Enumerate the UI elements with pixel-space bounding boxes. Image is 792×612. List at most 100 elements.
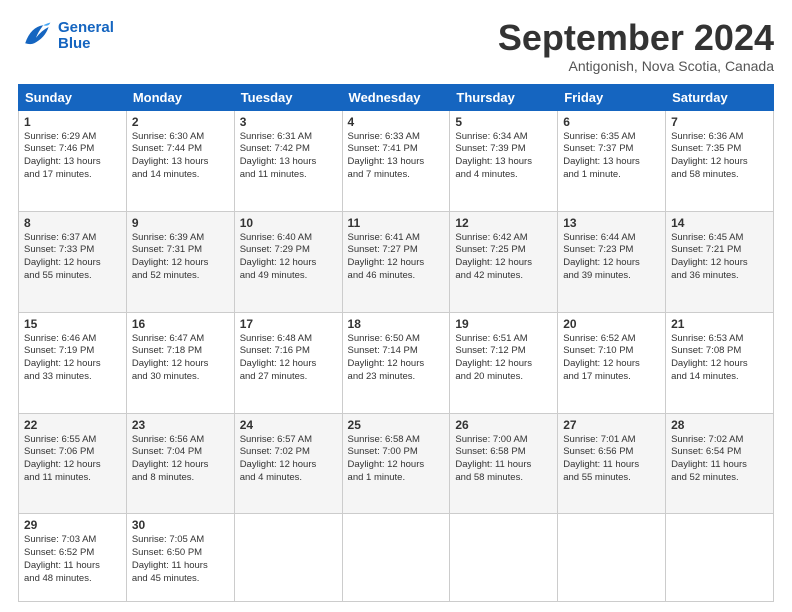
day-number: 12	[455, 216, 552, 230]
sunset-text: Sunset: 7:16 PM	[240, 345, 337, 358]
table-row: 7Sunrise: 6:36 AMSunset: 7:35 PMDaylight…	[666, 110, 774, 211]
sunrise-text: Sunrise: 6:41 AM	[348, 232, 445, 245]
logo-line2: Blue	[58, 35, 91, 52]
table-row: 20Sunrise: 6:52 AMSunset: 7:10 PMDayligh…	[558, 312, 666, 413]
table-row: 4Sunrise: 6:33 AMSunset: 7:41 PMDaylight…	[342, 110, 450, 211]
daylight-text: and 42 minutes.	[455, 270, 552, 283]
sunrise-text: Sunrise: 7:02 AM	[671, 434, 768, 447]
sunset-text: Sunset: 7:18 PM	[132, 345, 229, 358]
day-number: 5	[455, 115, 552, 129]
day-number: 13	[563, 216, 660, 230]
sunset-text: Sunset: 7:04 PM	[132, 446, 229, 459]
daylight-text: Daylight: 13 hours	[455, 156, 552, 169]
daylight-text: and 58 minutes.	[671, 169, 768, 182]
table-row: 1Sunrise: 6:29 AMSunset: 7:46 PMDaylight…	[19, 110, 127, 211]
table-row: 29Sunrise: 7:03 AMSunset: 6:52 PMDayligh…	[19, 514, 127, 602]
daylight-text: and 52 minutes.	[132, 270, 229, 283]
daylight-text: and 55 minutes.	[563, 472, 660, 485]
day-number: 14	[671, 216, 768, 230]
sunrise-text: Sunrise: 6:56 AM	[132, 434, 229, 447]
day-number: 17	[240, 317, 337, 331]
sunset-text: Sunset: 7:12 PM	[455, 345, 552, 358]
sunrise-text: Sunrise: 6:53 AM	[671, 333, 768, 346]
table-row: 8Sunrise: 6:37 AMSunset: 7:33 PMDaylight…	[19, 211, 127, 312]
sunrise-text: Sunrise: 6:52 AM	[563, 333, 660, 346]
daylight-text: and 46 minutes.	[348, 270, 445, 283]
daylight-text: Daylight: 12 hours	[455, 257, 552, 270]
sunrise-text: Sunrise: 6:50 AM	[348, 333, 445, 346]
table-row: 18Sunrise: 6:50 AMSunset: 7:14 PMDayligh…	[342, 312, 450, 413]
sunrise-text: Sunrise: 6:36 AM	[671, 131, 768, 144]
col-tuesday: Tuesday	[234, 84, 342, 110]
col-monday: Monday	[126, 84, 234, 110]
daylight-text: Daylight: 12 hours	[671, 358, 768, 371]
sunset-text: Sunset: 7:02 PM	[240, 446, 337, 459]
table-row: 25Sunrise: 6:58 AMSunset: 7:00 PMDayligh…	[342, 413, 450, 514]
daylight-text: Daylight: 13 hours	[348, 156, 445, 169]
sunrise-text: Sunrise: 6:34 AM	[455, 131, 552, 144]
col-thursday: Thursday	[450, 84, 558, 110]
table-row: 13Sunrise: 6:44 AMSunset: 7:23 PMDayligh…	[558, 211, 666, 312]
day-number: 25	[348, 418, 445, 432]
table-row: 30Sunrise: 7:05 AMSunset: 6:50 PMDayligh…	[126, 514, 234, 602]
sunset-text: Sunset: 7:00 PM	[348, 446, 445, 459]
sunset-text: Sunset: 7:10 PM	[563, 345, 660, 358]
table-row: 9Sunrise: 6:39 AMSunset: 7:31 PMDaylight…	[126, 211, 234, 312]
sunrise-text: Sunrise: 6:40 AM	[240, 232, 337, 245]
sunrise-text: Sunrise: 6:42 AM	[455, 232, 552, 245]
daylight-text: and 7 minutes.	[348, 169, 445, 182]
table-row: 21Sunrise: 6:53 AMSunset: 7:08 PMDayligh…	[666, 312, 774, 413]
day-number: 19	[455, 317, 552, 331]
daylight-text: Daylight: 13 hours	[563, 156, 660, 169]
day-number: 16	[132, 317, 229, 331]
sunrise-text: Sunrise: 6:48 AM	[240, 333, 337, 346]
sunrise-text: Sunrise: 6:37 AM	[24, 232, 121, 245]
sunrise-text: Sunrise: 6:31 AM	[240, 131, 337, 144]
sunset-text: Sunset: 7:23 PM	[563, 244, 660, 257]
daylight-text: Daylight: 12 hours	[671, 156, 768, 169]
day-number: 6	[563, 115, 660, 129]
sunset-text: Sunset: 7:42 PM	[240, 143, 337, 156]
sunrise-text: Sunrise: 6:44 AM	[563, 232, 660, 245]
day-number: 30	[132, 518, 229, 532]
sunset-text: Sunset: 7:25 PM	[455, 244, 552, 257]
day-number: 20	[563, 317, 660, 331]
sunset-text: Sunset: 7:27 PM	[348, 244, 445, 257]
table-row	[450, 514, 558, 602]
logo-icon	[18, 18, 54, 54]
sunset-text: Sunset: 6:58 PM	[455, 446, 552, 459]
day-number: 24	[240, 418, 337, 432]
day-number: 9	[132, 216, 229, 230]
table-row	[558, 514, 666, 602]
sunrise-text: Sunrise: 7:05 AM	[132, 534, 229, 547]
daylight-text: Daylight: 11 hours	[455, 459, 552, 472]
daylight-text: and 45 minutes.	[132, 573, 229, 586]
day-number: 3	[240, 115, 337, 129]
day-number: 7	[671, 115, 768, 129]
daylight-text: and 27 minutes.	[240, 371, 337, 384]
daylight-text: and 20 minutes.	[455, 371, 552, 384]
logo: General Blue	[18, 18, 114, 54]
day-number: 2	[132, 115, 229, 129]
table-row: 11Sunrise: 6:41 AMSunset: 7:27 PMDayligh…	[342, 211, 450, 312]
daylight-text: Daylight: 13 hours	[132, 156, 229, 169]
col-saturday: Saturday	[666, 84, 774, 110]
location: Antigonish, Nova Scotia, Canada	[498, 58, 774, 74]
sunrise-text: Sunrise: 6:46 AM	[24, 333, 121, 346]
daylight-text: Daylight: 12 hours	[24, 459, 121, 472]
daylight-text: and 36 minutes.	[671, 270, 768, 283]
col-sunday: Sunday	[19, 84, 127, 110]
sunrise-text: Sunrise: 6:29 AM	[24, 131, 121, 144]
sunset-text: Sunset: 7:39 PM	[455, 143, 552, 156]
table-row: 5 Sunrise: 6:34 AMSunset: 7:39 PMDaylight…	[450, 110, 558, 211]
header-row: Sunday Monday Tuesday Wednesday Thursday…	[19, 84, 774, 110]
sunrise-text: Sunrise: 6:55 AM	[24, 434, 121, 447]
table-row: 27Sunrise: 7:01 AMSunset: 6:56 PMDayligh…	[558, 413, 666, 514]
daylight-text: and 14 minutes.	[132, 169, 229, 182]
day-number: 10	[240, 216, 337, 230]
daylight-text: and 11 minutes.	[24, 472, 121, 485]
sunset-text: Sunset: 6:56 PM	[563, 446, 660, 459]
day-number: 29	[24, 518, 121, 532]
daylight-text: and 49 minutes.	[240, 270, 337, 283]
table-row: 14Sunrise: 6:45 AMSunset: 7:21 PMDayligh…	[666, 211, 774, 312]
